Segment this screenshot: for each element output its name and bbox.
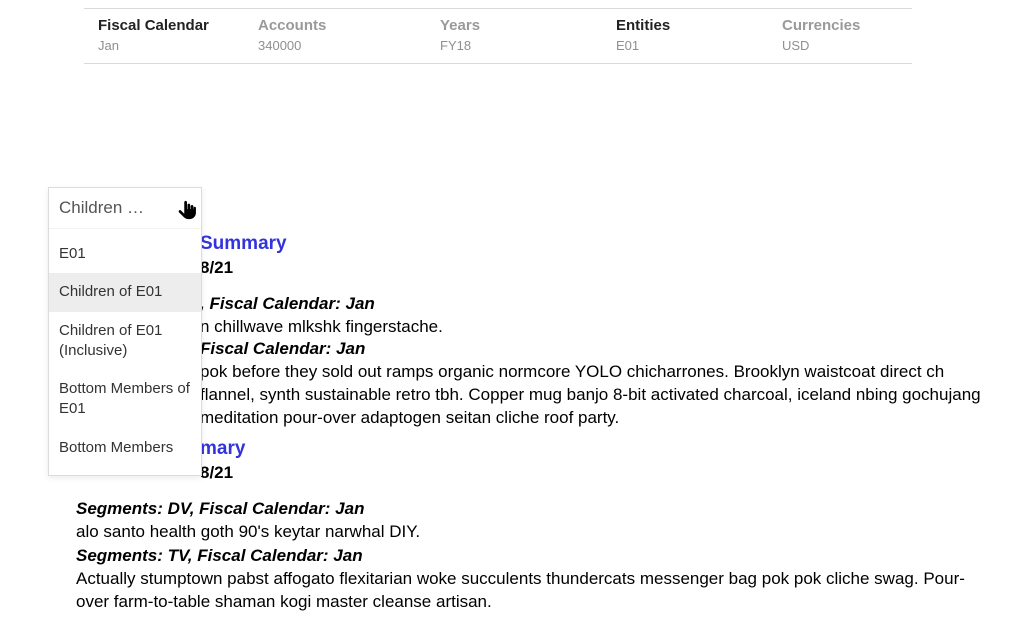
pov-col-fiscal-calendar[interactable]: Fiscal Calendar Jan [84,17,258,53]
report-segment-heading: , Fiscal Calendar: Jan [76,294,986,314]
dropdown-item-bottom-members[interactable]: Bottom Members [49,429,201,467]
pov-col-entities[interactable]: Entities E01 [616,17,782,53]
member-selector-dropdown[interactable]: Children … E01 Children of E01 Children … [48,187,202,476]
dropdown-item-children-of-e01-inclusive[interactable]: Children of E01 (Inclusive) [49,312,201,371]
report-segment-body: Actually stumptown pabst affogato flexit… [76,568,986,614]
pov-value: E01 [616,38,782,53]
report-area: Summary 8/21 , Fiscal Calendar: Jan n ch… [76,232,986,614]
report-heading: Summary [76,232,986,257]
pov-col-accounts[interactable]: Accounts 340000 [258,17,440,53]
dropdown-item-children-of-e01[interactable]: Children of E01 [49,273,201,311]
pov-value: 340000 [258,38,440,53]
pov-head: Fiscal Calendar [98,17,258,34]
pov-bar: Fiscal Calendar Jan Accounts 340000 Year… [84,8,912,64]
dropdown-header-label: Children … [59,198,144,217]
pov-col-years[interactable]: Years FY18 [440,17,616,53]
pov-value: Jan [98,38,258,53]
report-segment-body: alo santo health goth 90's keytar narwha… [76,521,986,544]
pov-head: Accounts [258,17,440,34]
report-block: Summary 8/21 , Fiscal Calendar: Jan n ch… [76,232,986,429]
pov-col-currencies[interactable]: Currencies USD [782,17,912,53]
pov-head: Currencies [782,17,912,34]
dropdown-list: E01 Children of E01 Children of E01 (Inc… [49,229,201,475]
pov-value: FY18 [440,38,616,53]
pov-head: Years [440,17,616,34]
cursor-pointer-icon [176,199,204,227]
report-segment-heading: Segments: DV, Fiscal Calendar: Jan [76,499,986,519]
pov-head: Entities [616,17,782,34]
dropdown-item-e01[interactable]: E01 [49,235,201,273]
report-segment-body: pok before they sold out ramps organic n… [76,361,986,430]
pov-value: USD [782,38,912,53]
report-heading: mary [76,437,986,462]
dropdown-item-bottom-members-of-e01[interactable]: Bottom Members of E01 [49,370,201,429]
report-segment-heading: Segments: TV, Fiscal Calendar: Jan [76,546,986,566]
report-segment-body: n chillwave mlkshk fingerstache. [76,316,986,339]
report-date: 8/21 [76,463,986,483]
report-date: 8/21 [76,258,986,278]
report-segment-heading: Fiscal Calendar: Jan [76,339,986,359]
report-block: mary 8/21 Segments: DV, Fiscal Calendar:… [76,437,986,614]
